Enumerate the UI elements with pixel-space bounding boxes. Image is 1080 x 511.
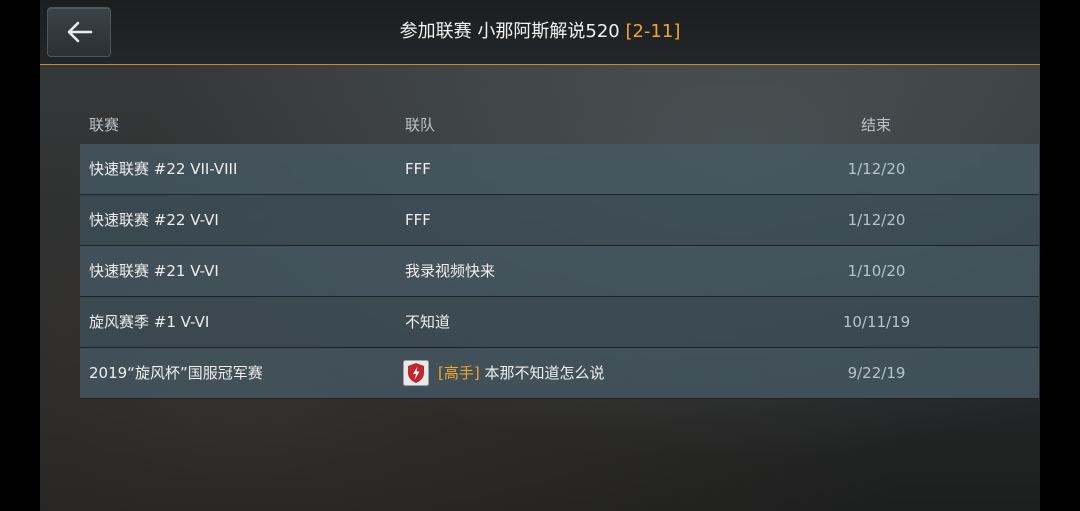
table-row[interactable]: 快速联赛 #22 VII-VIII FFF 1/12/20 bbox=[80, 144, 1039, 195]
clan-name: 我录视频快来 bbox=[405, 262, 496, 280]
end-date: 10/11/19 bbox=[842, 313, 911, 331]
league-name: 旋风赛季 #1 V-VI bbox=[89, 313, 210, 331]
arrow-left-icon bbox=[67, 21, 93, 43]
league-name: 快速联赛 #22 V-VI bbox=[89, 211, 219, 229]
header-bar: 参加联赛 小那阿斯解说520 [2-11] bbox=[40, 0, 1040, 65]
league-name: 2019“旋风杯”国服冠军赛 bbox=[89, 364, 263, 382]
title-text: 参加联赛 小那阿斯解说520 bbox=[399, 21, 620, 42]
end-date: 1/10/20 bbox=[847, 262, 906, 280]
back-button[interactable] bbox=[47, 7, 111, 57]
left-letterbox bbox=[0, 0, 40, 511]
right-letterbox bbox=[1040, 0, 1080, 511]
table-row[interactable]: 快速联赛 #22 V-VI FFF 1/12/20 bbox=[80, 195, 1039, 246]
end-date: 1/12/20 bbox=[847, 160, 906, 178]
end-date: 9/22/19 bbox=[847, 364, 906, 382]
clan-name-text: 本那不知道怎么说 bbox=[479, 364, 605, 382]
tier-range: [2-11] bbox=[625, 21, 681, 42]
clan-name: FFF bbox=[405, 160, 431, 178]
leagues-table: 快速联赛 #22 VII-VIII FFF 1/12/20 快速联赛 #22 V… bbox=[80, 144, 1040, 399]
table-row[interactable]: 2019“旋风杯”国服冠军赛 [高手] 本那不知道怎么说 9/22/19 bbox=[80, 348, 1039, 399]
clan-name: FFF bbox=[405, 211, 431, 229]
clan-name: [高手] 本那不知道怎么说 bbox=[438, 348, 605, 398]
column-header-clan: 联队 bbox=[405, 116, 436, 134]
clan-name: 不知道 bbox=[405, 313, 451, 331]
end-date: 1/12/20 bbox=[847, 211, 906, 229]
screen: 参加联赛 小那阿斯解说520 [2-11] 联赛 联队 结束 快速联赛 #22 … bbox=[0, 0, 1080, 511]
clan-tag: [高手] bbox=[438, 364, 480, 382]
table-row[interactable]: 旋风赛季 #1 V-VI 不知道 10/11/19 bbox=[80, 297, 1039, 348]
shield-lightning-icon bbox=[403, 360, 429, 386]
column-header-end: 结束 bbox=[861, 116, 892, 134]
table-row[interactable]: 快速联赛 #21 V-VI 我录视频快来 1/10/20 bbox=[80, 246, 1039, 297]
league-name: 快速联赛 #21 V-VI bbox=[89, 262, 219, 280]
page-title: 参加联赛 小那阿斯解说520 [2-11] bbox=[40, 0, 1040, 64]
column-header-league: 联赛 bbox=[89, 116, 120, 134]
league-name: 快速联赛 #22 VII-VIII bbox=[89, 160, 238, 178]
